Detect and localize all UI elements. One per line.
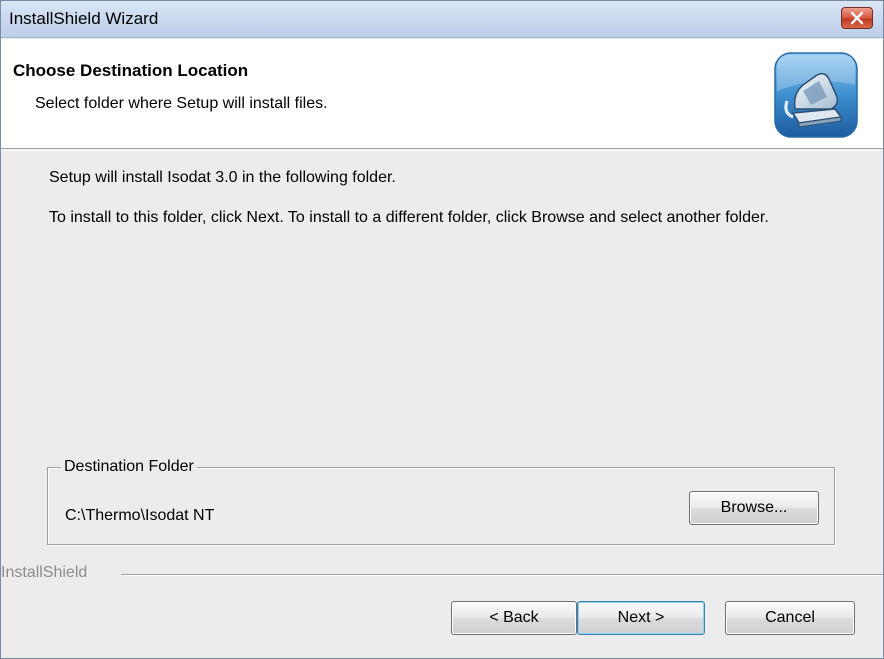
header-divider bbox=[1, 150, 883, 151]
page-title: Choose Destination Location bbox=[13, 61, 249, 80]
install-info-text: Setup will install Isodat 3.0 in the fol… bbox=[49, 169, 396, 186]
page-subtitle: Select folder where Setup will install f… bbox=[35, 95, 328, 112]
installshield-brand-label: InstallShield bbox=[1, 564, 88, 581]
installshield-wizard-window: InstallShield Wizard Choose Destination … bbox=[0, 0, 884, 659]
cancel-button[interactable]: Cancel bbox=[725, 601, 855, 635]
title-bar[interactable]: InstallShield Wizard bbox=[1, 1, 883, 38]
wizard-header: Choose Destination Location Select folde… bbox=[1, 39, 883, 149]
footer-divider bbox=[121, 574, 883, 575]
next-button[interactable]: Next > bbox=[577, 601, 705, 635]
destination-folder-legend: Destination Folder bbox=[61, 458, 197, 476]
browse-button[interactable]: Browse... bbox=[689, 491, 819, 525]
window-title: InstallShield Wizard bbox=[9, 9, 159, 28]
install-instructions-text: To install to this folder, click Next. T… bbox=[49, 209, 769, 226]
back-button[interactable]: < Back bbox=[451, 601, 577, 635]
close-button[interactable] bbox=[841, 7, 873, 29]
setup-computer-icon bbox=[773, 51, 859, 139]
destination-folder-path: C:\Thermo\Isodat NT bbox=[65, 507, 215, 524]
close-icon bbox=[850, 11, 864, 25]
